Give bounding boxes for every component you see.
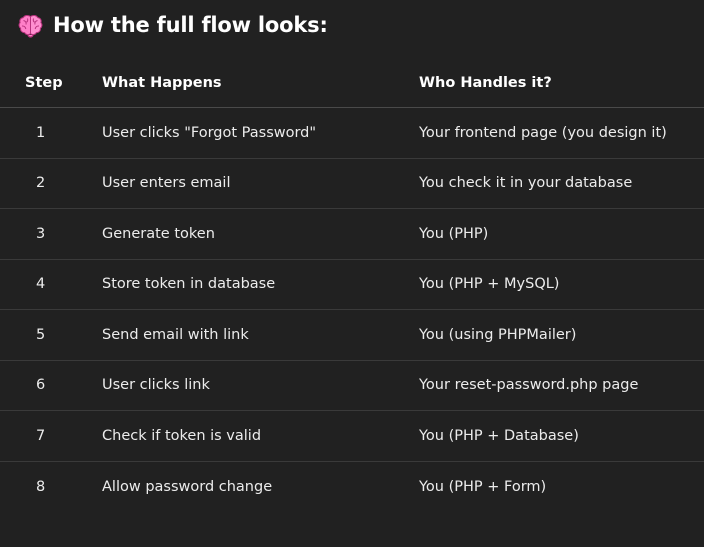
table-row: 1 User clicks "Forgot Password" Your fro… <box>0 108 704 159</box>
heading-title: How the full flow looks: <box>53 13 328 37</box>
table-row: 5 Send email with link You (using PHPMai… <box>0 310 704 361</box>
table-row: 4 Store token in database You (PHP + MyS… <box>0 260 704 310</box>
step-cell: 2 <box>36 175 46 192</box>
who-handles-cell: You (PHP + MySQL) <box>419 276 560 293</box>
what-happens-cell: User clicks "Forgot Password" <box>102 124 317 141</box>
what-happens-cell: Store token in database <box>102 276 276 293</box>
step-cell: 4 <box>36 276 46 293</box>
table-header-row: Step What Happens Who Handles it? <box>0 58 704 108</box>
step-cell: 5 <box>36 326 46 343</box>
who-handles-cell: Your reset-password.php page <box>419 377 639 394</box>
flow-table: Step What Happens Who Handles it? 1 User… <box>0 58 704 512</box>
step-cell: 7 <box>36 427 46 444</box>
brain-icon <box>17 12 44 39</box>
column-header-who-handles: Who Handles it? <box>419 74 552 91</box>
section-heading: How the full flow looks: <box>17 8 328 42</box>
step-cell: 3 <box>36 225 46 242</box>
what-happens-cell: User clicks link <box>102 377 210 394</box>
table-row: 6 User clicks link Your reset-password.p… <box>0 361 704 411</box>
what-happens-cell: User enters email <box>102 175 231 192</box>
what-happens-cell: Send email with link <box>102 326 249 343</box>
what-happens-cell: Generate token <box>102 225 215 242</box>
who-handles-cell: You check it in your database <box>419 175 633 192</box>
who-handles-cell: You (PHP) <box>419 225 489 242</box>
step-cell: 1 <box>36 124 46 141</box>
step-cell: 8 <box>36 478 46 495</box>
step-cell: 6 <box>36 377 46 394</box>
who-handles-cell: You (PHP + Database) <box>419 427 579 444</box>
column-header-what-happens: What Happens <box>102 74 222 91</box>
what-happens-cell: Check if token is valid <box>102 427 262 444</box>
table-row: 2 User enters email You check it in your… <box>0 159 704 209</box>
table-row: 7 Check if token is valid You (PHP + Dat… <box>0 411 704 462</box>
table-row: 3 Generate token You (PHP) <box>0 209 704 260</box>
who-handles-cell: You (using PHPMailer) <box>419 326 577 343</box>
who-handles-cell: You (PHP + Form) <box>419 478 547 495</box>
table-row: 8 Allow password change You (PHP + Form) <box>0 462 704 513</box>
what-happens-cell: Allow password change <box>102 478 273 495</box>
who-handles-cell: Your frontend page (you design it) <box>419 124 667 141</box>
column-header-step: Step <box>25 74 63 91</box>
